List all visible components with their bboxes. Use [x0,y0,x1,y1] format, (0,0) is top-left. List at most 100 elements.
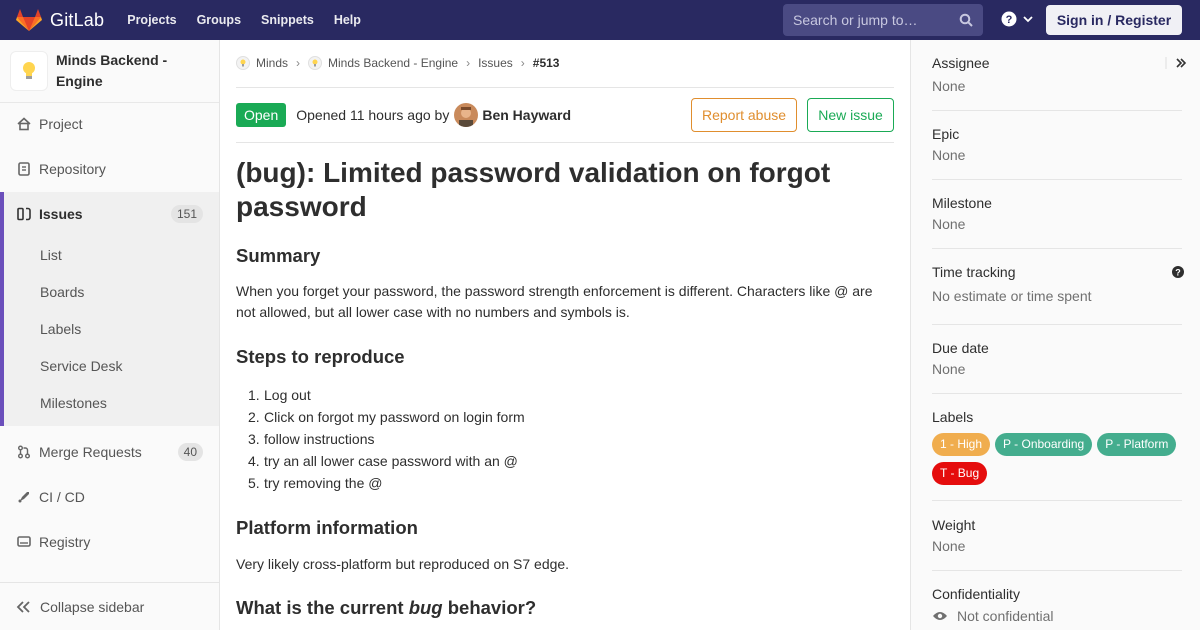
search-icon [959,13,973,27]
sidebar-item-label: Repository [39,161,106,177]
breadcrumb-project[interactable]: Minds Backend - Engine [308,56,458,70]
epic-block: Epic None [932,126,1182,180]
merge-icon [16,444,32,460]
labels-list: 1 - High P - Onboarding P - Platform T -… [932,433,1182,491]
confidentiality-value: Not confidential [957,608,1054,624]
doc-icon [16,161,32,177]
step-text: Log out [264,387,311,403]
current-behavior-heading: What is the current bug behavior? [236,597,894,619]
top-navbar: GitLab Projects Groups Snippets Help ? S… [0,0,1200,40]
due-date-value: None [932,361,966,377]
opened-text: Opened 11 hours ago by [296,107,450,123]
issues-icon [16,206,32,222]
epic-label: Epic [932,126,960,142]
issue-meta: Opened 11 hours ago by Ben Hayward [296,103,571,127]
time-tracking-label: Time tracking [932,264,1016,280]
list-item: 1. Log out [236,384,894,406]
search-box[interactable] [783,4,983,36]
submenu-item-service-desk[interactable]: Service Desk [4,347,219,384]
expand-sidebar-icon[interactable] [1165,55,1187,71]
sidebar-item-repository[interactable]: Repository [0,147,219,191]
issue-description: (bug): Limited password validation on fo… [236,156,894,619]
nav-help-link[interactable]: Help [334,13,361,27]
nav-projects-link[interactable]: Projects [127,13,176,27]
assignee-label: Assignee [932,55,990,71]
submenu-item-labels[interactable]: Labels [4,310,219,347]
avatar[interactable] [454,103,479,127]
label-badge[interactable]: P - Platform [1097,433,1177,456]
milestone-label: Milestone [932,195,992,211]
help-icon: ? [1001,11,1017,27]
gitlab-brand[interactable]: GitLab [16,8,104,32]
submenu-item-boards[interactable]: Boards [4,273,219,310]
list-item: 2. Click on forgot my password on login f… [236,406,894,428]
list-item: 4. try an all lower case password with an… [236,450,894,472]
time-tracking-block: Time tracking No estimate or time spent … [932,264,1184,325]
submenu-item-milestones[interactable]: Milestones [4,384,219,421]
nav-snippets-link[interactable]: Snippets [261,13,314,27]
confidentiality-block: Confidentiality Not confidential [932,586,1182,636]
heading-emphasis: bug [408,597,443,618]
label-badge[interactable]: P - Onboarding [995,433,1093,456]
chevron-right-icon: › [520,56,525,70]
nav-groups-link[interactable]: Groups [197,13,241,27]
milestone-value: None [932,216,966,232]
epic-value: None [932,147,966,163]
chevron-right-icon: › [466,56,471,70]
sidebar-item-label: CI / CD [39,489,85,505]
search-input[interactable] [793,12,953,28]
step-text: follow instructions [264,431,375,447]
sidebar-item-issues[interactable]: Issues 151 [0,192,219,236]
sign-in-button[interactable]: Sign in / Register [1046,5,1182,35]
report-abuse-button[interactable]: Report abuse [691,98,797,132]
gitlab-logo-icon [16,9,42,31]
help-icon[interactable]: ? [1172,266,1184,278]
breadcrumb-label: Minds Backend - Engine [328,56,459,70]
sidebar-item-merge-requests[interactable]: Merge Requests 40 [0,430,219,474]
summary-heading: Summary [236,245,321,266]
heading-part: behavior? [442,597,537,618]
issues-submenu: List Boards Labels Service Desk Mileston… [0,236,219,426]
breadcrumb-minds[interactable]: Minds [236,56,288,70]
steps-list: 1. Log out 2. Click on forgot my password … [236,384,894,494]
label-badge[interactable]: T - Bug [932,462,988,485]
lightbulb-icon [308,56,323,70]
issue-title: (bug): Limited password validation on fo… [236,157,831,222]
breadcrumb-issues[interactable]: Issues [478,56,513,70]
labels-label: Labels [932,409,974,425]
nav-links: Projects Groups Snippets Help [127,13,381,27]
new-issue-button[interactable]: New issue [807,98,894,132]
merge-requests-count-badge: 40 [177,443,203,461]
issue-header: Open Opened 11 hours ago by Ben Hayward … [236,98,894,132]
assignee-value: None [932,78,966,94]
submenu-item-list[interactable]: List [4,236,219,273]
help-dropdown[interactable]: ? [1001,11,1034,27]
heading-part: What is the current [236,597,409,618]
due-date-label: Due date [932,340,989,356]
project-header[interactable]: Minds Backend - Engine [0,40,219,103]
sidebar-item-ci-cd[interactable]: CI / CD [0,475,219,519]
step-text: try an all lower case password with an @ [264,453,518,469]
project-name: Minds Backend - Engine [55,52,168,89]
author-link[interactable]: Ben Hayward [482,107,571,123]
step-text: Click on forgot my password on login for… [264,409,525,425]
list-item: 5. try removing the @ [236,472,894,494]
label-badge[interactable]: 1 - High [932,433,991,456]
chevron-right-icon: › [296,56,301,70]
eye-icon [933,612,947,620]
breadcrumb-issue-number[interactable]: #513 [533,56,560,70]
chevron-down-icon [1023,16,1033,23]
double-chevron-left-icon [16,600,30,613]
disk-icon [16,534,32,550]
issues-count-badge: 151 [170,205,203,223]
status-badge: Open [236,103,287,127]
sidebar-item-label: Issues [39,206,83,222]
collapse-sidebar-button[interactable]: Collapse sidebar [0,582,219,630]
confidentiality-row: Not confidential [932,608,1182,624]
sidebar-item-project[interactable]: Project [0,102,219,146]
divider [236,142,894,143]
sidebar-item-registry[interactable]: Registry [0,520,219,564]
weight-value: None [932,538,966,554]
brand-name: GitLab [50,9,105,30]
lightbulb-icon [22,62,35,79]
